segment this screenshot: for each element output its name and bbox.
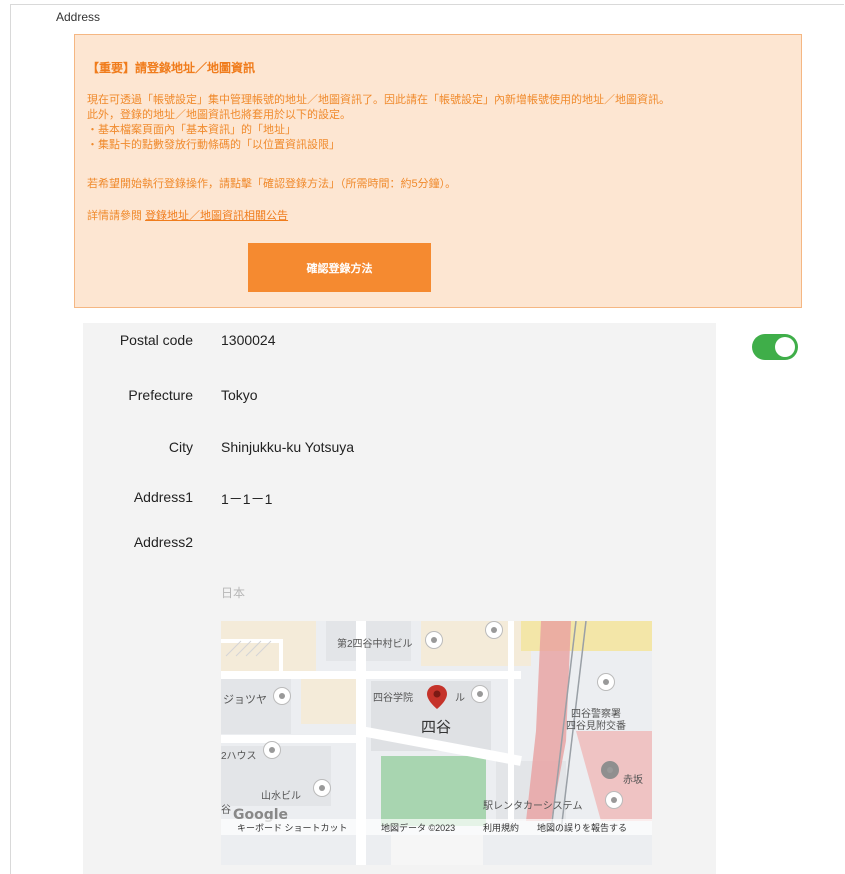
city-label: City — [168, 439, 193, 455]
report-error-link[interactable]: 地図の誤りを報告する — [537, 821, 627, 834]
postal-code-row: Postal code 1300024 — [83, 332, 716, 356]
notice-line: 此外，登錄的地址／地圖資訊也將套用於以下的設定。 — [87, 109, 351, 121]
map-view[interactable]: 第2四谷中村ビル ジョツヤ 四谷学院 ル 四谷 四谷警察署 四谷見附交番 2ハウ… — [221, 621, 652, 865]
place-pin-icon[interactable] — [597, 673, 615, 691]
place-pin-icon[interactable] — [313, 779, 331, 797]
place-pin-icon[interactable] — [605, 791, 623, 809]
notice-link-line: 詳情請參閱 登錄地址／地圖資訊相關公告 — [87, 209, 288, 224]
subway-icon[interactable] — [601, 761, 619, 779]
announcement-link[interactable]: 登錄地址／地圖資訊相關公告 — [145, 210, 288, 222]
notice-link-prefix: 詳情請參閱 — [87, 210, 142, 222]
map-label: ジョツヤ — [223, 694, 267, 706]
terms-link[interactable]: 利用規約 — [483, 821, 519, 834]
postal-code-label: Postal code — [119, 332, 193, 348]
toggle-knob — [775, 337, 795, 357]
city-row: City Shinjukku-ku Yotsuya — [83, 439, 716, 463]
address2-label: Address2 — [133, 534, 193, 550]
important-notice: 【重要】請登錄地址／地圖資訊 現在可透過「帳號設定」集中管理帳號的地址／地圖資訊… — [74, 34, 802, 308]
map-label: 四谷見附交番 — [566, 721, 626, 732]
prefecture-value: Tokyo — [221, 387, 258, 403]
address2-row: Address2 — [83, 534, 716, 558]
section-label: Address — [56, 10, 101, 24]
map-label: 谷 — [221, 805, 231, 816]
map-label: 赤坂 — [623, 775, 643, 786]
address1-row: Address1 1－1－1 — [83, 489, 716, 513]
place-pin-icon[interactable] — [263, 741, 281, 759]
map-label: 駅レンタカーシステム — [483, 801, 583, 812]
place-pin-icon[interactable] — [273, 687, 291, 705]
location-pin-icon — [427, 685, 447, 709]
map-data-text: 地図データ ©2023 — [381, 823, 456, 833]
notice-line: ・基本檔案頁面內「基本資訊」的「地址」 — [87, 124, 296, 136]
country-value: 日本 — [221, 586, 246, 600]
map-station-label: 四谷 — [421, 719, 452, 736]
place-pin-icon[interactable] — [425, 631, 443, 649]
notice-cta-text: 若希望開始執行登錄操作，請點擊「確認登錄方法」（所需時間：約5分鐘）。 — [87, 178, 457, 190]
map-label: 2ハウス — [221, 751, 257, 762]
map-footer: キーボード ショートカット 地図データ ©2023 利用規約 地図の誤りを報告す… — [221, 819, 652, 835]
place-pin-icon[interactable] — [471, 685, 489, 703]
confirm-registration-button[interactable]: 確認登錄方法 — [248, 243, 431, 292]
address1-value: 1－1－1 — [221, 491, 273, 507]
prefecture-label: Prefecture — [128, 387, 193, 403]
address1-label: Address1 — [133, 489, 193, 505]
address-panel: Postal code 1300024 Prefecture Tokyo Cit… — [83, 323, 716, 874]
address-visibility-toggle[interactable] — [752, 334, 798, 360]
place-pin-icon[interactable] — [485, 621, 503, 639]
map-label: 山水ビル — [261, 791, 301, 802]
notice-title: 【重要】請登錄地址／地圖資訊 — [87, 61, 256, 75]
city-value: Shinjukku-ku Yotsuya — [221, 439, 355, 455]
postal-code-value: 1300024 — [221, 332, 276, 348]
keyboard-shortcuts-link[interactable]: キーボード ショートカット — [237, 821, 348, 834]
notice-line: 現在可透過「帳號設定」集中管理帳號的地址／地圖資訊了。因此請在「帳號設定」內新增… — [87, 94, 670, 106]
notice-body: 現在可透過「帳號設定」集中管理帳號的地址／地圖資訊了。因此請在「帳號設定」內新增… — [87, 93, 787, 153]
notice-line: ・集點卡的點數發放行動條碼的「以位置資訊設限」 — [87, 139, 340, 151]
prefecture-row: Prefecture Tokyo — [83, 387, 716, 411]
map-label: 四谷学院 — [373, 693, 413, 704]
map-label: 第2四谷中村ビル — [337, 639, 413, 650]
map-label: ル — [455, 693, 465, 704]
